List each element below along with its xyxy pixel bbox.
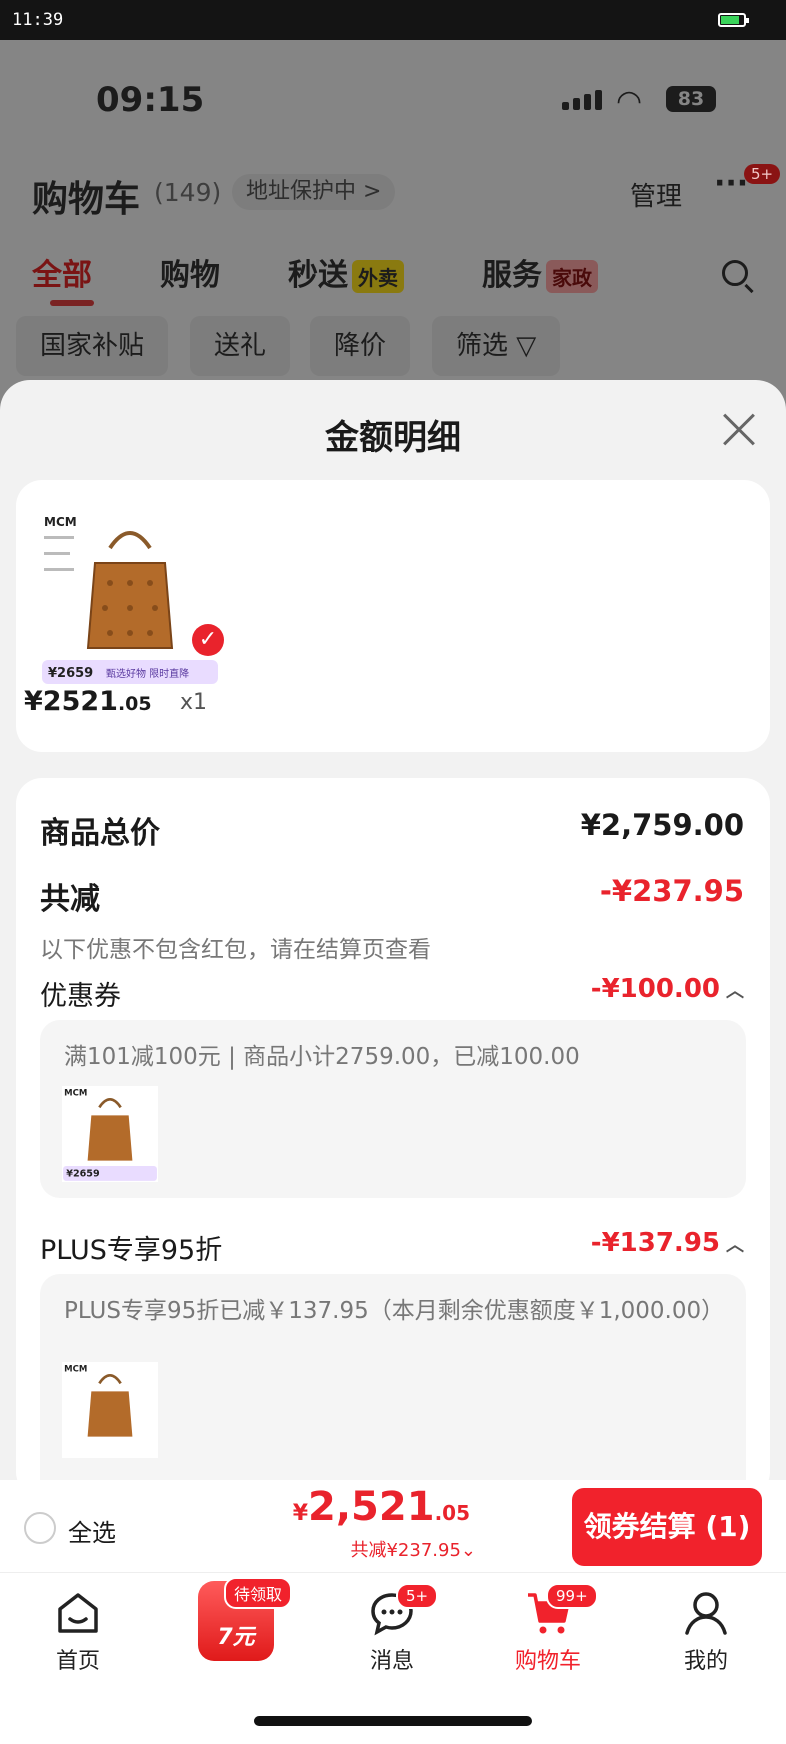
home-indicator [254,1716,532,1726]
address-protection-pill[interactable]: 地址保护中 > [232,174,396,210]
battery-icon [718,13,749,27]
chip-price-drop[interactable]: 降价 [310,316,411,376]
tab-underline [50,300,94,306]
plus-discount-label: PLUS专享95折 [40,1235,223,1266]
plus-product-thumbnail: MCM [62,1362,158,1458]
goods-total-value: ¥2,759.00 [580,808,744,842]
select-all-label[interactable]: 全选 [68,1513,116,1548]
tab-delivery[interactable]: 秒送 外卖 [288,250,404,294]
checkmark-icon[interactable]: ✓ [192,624,224,656]
plus-thumbnail-brand: MCM [64,1365,87,1375]
phone-battery: 83 [666,86,716,112]
chevron-up-icon: ︿ [726,1235,744,1256]
goods-total-label: 商品总价 [40,816,160,851]
coupon-product-thumbnail: MCM ¥2659 [62,1086,158,1182]
profile-icon [682,1589,730,1637]
tab-me[interactable]: 我的 [646,1589,766,1675]
product-image[interactable]: MCM ¥2659 甄选好物 限时直降 [40,508,220,688]
takeout-tag: 外卖 [352,260,404,293]
chevron-down-icon: ⌄ [460,1540,476,1561]
coupon-thumbnail-price: ¥2659 [66,1169,100,1180]
close-icon[interactable] [718,410,758,450]
plus-detail-box: PLUS专享95折已减￥137.95（本月剩余优惠额度￥1,000.00） MC… [40,1274,746,1480]
search-icon[interactable] [722,260,748,286]
tab-home-label: 首页 [55,1649,100,1674]
phone-time: 09:15 [96,80,205,120]
chip-gift[interactable]: 送礼 [190,316,291,376]
home-icon [54,1589,102,1637]
sheet-title: 金额明细 [325,418,461,458]
checkout-button[interactable]: 领券结算 (1) [572,1488,762,1566]
checkout-bar: 全选 ¥2,521.05 共减¥237.95⌄ 领券结算 (1) [0,1480,786,1572]
chevron-right-icon: > [363,179,382,204]
housekeeping-tag: 家政 [546,260,598,293]
wifi-icon: ◠ [616,84,643,119]
coupon-value[interactable]: -¥100.00 ︿ [591,974,744,1004]
tab-service[interactable]: 服务 家政 [482,250,598,294]
total-discount-label: 共减 [40,882,100,917]
more-badge: 5+ [744,164,781,184]
amount-detail-sheet: 金额明细 MCM ¥2659 甄选好物 限时直降 ✓ ¥2521.05 x1 商… [0,380,786,1480]
checkout-saved[interactable]: 共减¥237.95⌄ [350,1536,476,1562]
product-price: ¥2521.05 [24,686,152,717]
tab-messages-label: 消息 [369,1649,414,1674]
coupon-detail-text: 满101减100元 | 商品小计2759.00，已减100.00 [64,1044,580,1070]
coupon-label: 优惠券 [40,981,121,1012]
tab-home[interactable]: 首页 [18,1589,138,1675]
plus-discount-value[interactable]: -¥137.95 ︿ [591,1228,744,1258]
cart-count: (149) [154,178,222,207]
promo-badge: 待领取 [224,1577,293,1609]
promo-coupon-text: 7元 [217,1625,255,1650]
coupon-detail-box: 满101减100元 | 商品小计2759.00，已减100.00 MCM ¥26… [40,1020,746,1198]
tab-shopping[interactable]: 购物 [160,250,220,294]
tab-all[interactable]: 全部 [32,250,92,294]
product-quantity: x1 [180,690,208,715]
chevron-up-icon: ︿ [726,981,744,1002]
total-discount-value: -¥237.95 [599,874,744,908]
tab-me-label: 我的 [683,1649,728,1674]
product-image-tag-text: 甄选好物 限时直降 [106,667,189,680]
system-status-bar: 11:39 [0,0,786,40]
checkout-total: ¥2,521.05 [292,1484,470,1530]
product-image-tag-price: ¥2659 [48,666,93,681]
messages-badge: 5+ [396,1583,439,1609]
cart-title: 购物车 [32,179,141,220]
tab-cart[interactable]: 购物车 99+ [488,1583,608,1675]
plus-detail-text: PLUS专享95折已减￥137.95（本月剩余优惠额度￥1,000.00） [64,1298,725,1324]
signal-icon [562,90,602,110]
product-image-brand: MCM [44,515,77,529]
chip-national-subsidy[interactable]: 国家补贴 [16,316,169,376]
tab-cart-label: 购物车 [514,1649,581,1674]
more-icon[interactable]: ··· [714,166,748,201]
system-time: 11:39 [12,10,64,30]
tab-messages[interactable]: 消息 5+ [332,1583,452,1675]
coupon-thumbnail-brand: MCM [64,1089,87,1099]
price-breakdown-card: 商品总价 ¥2,759.00 共减 -¥237.95 以下优惠不包含红包，请在结… [16,778,770,1480]
chip-filter[interactable]: 筛选 ▽ [432,316,561,376]
discount-note: 以下优惠不包含红包，请在结算页查看 [40,937,431,963]
cart-badge: 99+ [546,1583,598,1609]
manage-button[interactable]: 管理 [630,176,682,213]
select-all-radio[interactable] [24,1512,56,1544]
